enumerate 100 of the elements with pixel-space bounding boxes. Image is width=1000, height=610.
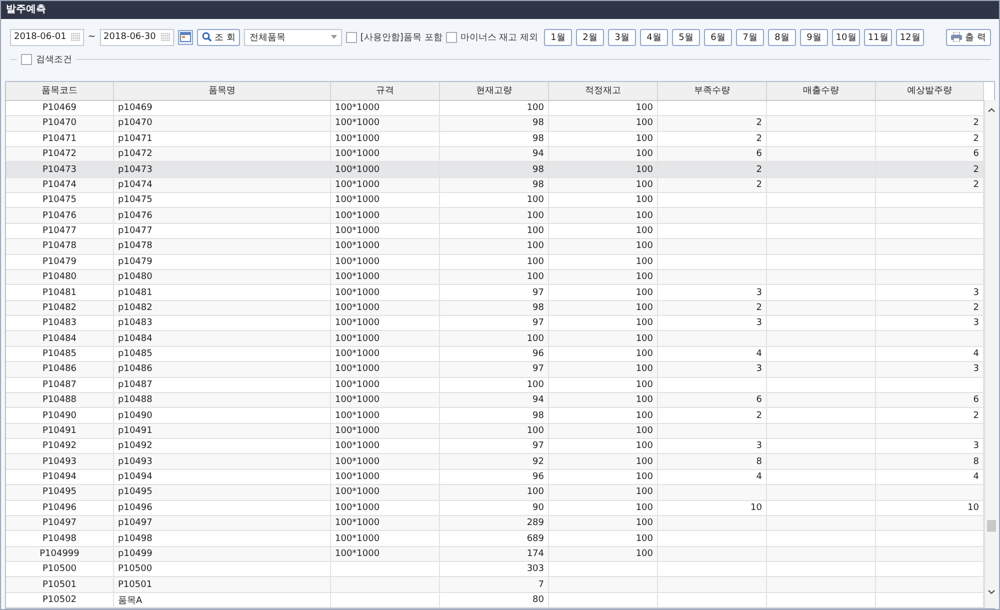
table-row[interactable]: P10491 p10491 100*1000 100 100 bbox=[6, 424, 984, 440]
table-row[interactable]: P10496 p10496 100*1000 90 100 10 10 bbox=[6, 500, 984, 516]
table-row[interactable]: P10495 p10495 100*1000 100 100 bbox=[6, 485, 984, 501]
month-button[interactable]: 7월 bbox=[736, 28, 764, 46]
table-row[interactable]: P10488 p10488 100*1000 94 100 6 6 bbox=[6, 392, 984, 408]
table-cell: P10486 bbox=[42, 364, 77, 374]
table-cell: 100*1000 bbox=[335, 302, 380, 313]
calendar-icon[interactable] bbox=[71, 33, 80, 41]
table-cell: 3 bbox=[756, 364, 762, 374]
month-button[interactable]: 5월 bbox=[672, 28, 700, 46]
column-header[interactable]: 품목코드 bbox=[6, 82, 114, 100]
table-row[interactable]: P10469 p10469 100*1000 100 100 bbox=[6, 100, 984, 116]
checkbox[interactable] bbox=[446, 32, 458, 42]
calendar-button[interactable] bbox=[178, 30, 193, 44]
table-cell: 100 bbox=[526, 103, 544, 114]
table-row[interactable]: P10498 p10498 100*1000 689 100 bbox=[6, 531, 984, 547]
month-button[interactable]: 2월 bbox=[576, 28, 604, 46]
table-row[interactable]: P10480 p10480 100*1000 100 100 bbox=[6, 270, 984, 286]
table-row[interactable]: P10484 p10484 100*1000 100 100 bbox=[6, 331, 984, 347]
table-cell: p10475 bbox=[118, 195, 152, 206]
month-button[interactable]: 4월 bbox=[640, 28, 668, 46]
month-button[interactable]: 1월 bbox=[544, 28, 572, 46]
table-row[interactable]: P10490 p10490 100*1000 98 100 2 2 bbox=[6, 408, 984, 424]
month-button[interactable]: 9월 bbox=[800, 28, 828, 46]
table-cell: p10470 bbox=[118, 118, 152, 128]
table-row[interactable]: P10477 p10477 100*1000 100 100 bbox=[6, 224, 984, 240]
table-cell: p10478 bbox=[118, 241, 152, 252]
date-field[interactable]: 2018-06-30 bbox=[100, 28, 174, 46]
column-header[interactable]: 적정재고 bbox=[549, 82, 658, 100]
table-row[interactable]: P10476 p10476 100*1000 100 100 bbox=[6, 208, 984, 224]
print-button[interactable]: 출 력 bbox=[946, 28, 991, 46]
table-cell: P10482 bbox=[42, 302, 77, 313]
table-cell: 100 bbox=[636, 195, 653, 206]
table-cell: p10496 bbox=[118, 502, 152, 513]
checkbox[interactable] bbox=[21, 54, 32, 64]
table-cell: 100 bbox=[636, 302, 653, 313]
table-row[interactable]: P10501 P10501 7 bbox=[6, 577, 984, 593]
table-cell: p10472 bbox=[118, 149, 152, 160]
table-cell: P10471 bbox=[42, 134, 77, 144]
date-field[interactable]: 2018-06-01 bbox=[10, 28, 84, 46]
scrollbar[interactable] bbox=[984, 100, 998, 608]
table-cell: 100*1000 bbox=[335, 272, 380, 282]
column-header[interactable]: 부족수량 bbox=[658, 82, 767, 100]
table-cell: p10471 bbox=[118, 134, 152, 144]
table-row[interactable]: P10472 p10472 100*1000 94 100 6 6 bbox=[6, 146, 984, 162]
table-row[interactable]: P10478 p10478 100*1000 100 100 bbox=[6, 239, 984, 255]
table-row[interactable]: P10485 p10485 100*1000 96 100 4 4 bbox=[6, 346, 984, 362]
table-cell: 100*1000 bbox=[335, 210, 380, 221]
table-row[interactable]: P10482 p10482 100*1000 98 100 2 2 bbox=[6, 300, 984, 316]
month-button[interactable]: 3월 bbox=[608, 28, 636, 46]
table-cell: 2 bbox=[756, 118, 762, 128]
table-row[interactable]: P104999 p10499 100*1000 174 100 bbox=[6, 546, 984, 562]
table-cell: 100*1000 bbox=[335, 518, 380, 528]
table-cell: 96 bbox=[532, 349, 544, 360]
month-button[interactable]: 11월 bbox=[864, 28, 892, 46]
table-cell: 100*1000 bbox=[335, 180, 380, 190]
column-header[interactable]: 예상발주량 bbox=[876, 82, 984, 100]
window-title: 발주예측 bbox=[6, 3, 46, 17]
table-cell: 2 bbox=[756, 164, 762, 175]
table-cell: 2 bbox=[973, 180, 979, 190]
column-header[interactable]: 품목명 bbox=[114, 82, 331, 100]
table-row[interactable]: P10481 p10481 100*1000 97 100 3 3 bbox=[6, 285, 984, 301]
table-row[interactable]: P10493 p10493 100*1000 92 100 8 8 bbox=[6, 454, 984, 470]
table-row[interactable]: P10473 p10473 100*1000 98 100 2 2 bbox=[6, 162, 984, 178]
table-cell: 689 bbox=[526, 534, 544, 544]
table-row[interactable]: P10483 p10483 100*1000 97 100 3 3 bbox=[6, 316, 984, 332]
month-button[interactable]: 12월 bbox=[896, 28, 924, 46]
table-cell: 98 bbox=[532, 164, 544, 175]
table-row[interactable]: P10486 p10486 100*1000 97 100 3 3 bbox=[6, 362, 984, 378]
table-row[interactable]: P10471 p10471 100*1000 98 100 2 2 bbox=[6, 132, 984, 147]
table-cell: 8 bbox=[973, 456, 979, 467]
category-dropdown[interactable]: 전체품목 bbox=[244, 28, 342, 46]
table-cell: P10495 bbox=[42, 487, 77, 498]
table-cell: 100 bbox=[636, 349, 653, 360]
table-row[interactable]: P10494 p10494 100*1000 96 100 4 4 bbox=[6, 470, 984, 486]
month-button[interactable]: 8월 bbox=[768, 28, 796, 46]
month-button[interactable]: 10월 bbox=[832, 28, 860, 46]
month-button[interactable]: 6월 bbox=[704, 28, 732, 46]
calendar-icon[interactable] bbox=[160, 33, 170, 41]
table-cell: p10495 bbox=[118, 487, 152, 498]
table-cell: P10497 bbox=[42, 518, 77, 528]
table-cell: 100*1000 bbox=[335, 226, 380, 236]
table-row[interactable]: P10487 p10487 100*1000 100 100 bbox=[6, 378, 984, 393]
table-row[interactable]: P10479 p10479 100*1000 100 100 bbox=[6, 254, 984, 270]
dropdown-arrow-icon[interactable] bbox=[331, 35, 338, 39]
table-row[interactable]: P10497 p10497 100*1000 289 100 bbox=[6, 516, 984, 532]
table-row[interactable]: P10500 P10500 303 bbox=[6, 562, 984, 578]
table-row[interactable]: P10492 p10492 100*1000 97 100 3 3 bbox=[6, 439, 984, 454]
table-cell: p10477 bbox=[118, 226, 152, 236]
table-cell: p10498 bbox=[118, 534, 152, 544]
table-row[interactable]: P10470 p10470 100*1000 98 100 2 2 bbox=[6, 116, 984, 132]
column-header[interactable]: 현재고량 bbox=[440, 82, 549, 100]
table-row[interactable]: P10502 품목A 80 bbox=[6, 592, 984, 608]
column-header[interactable]: 매출수량 bbox=[767, 82, 876, 100]
table-row[interactable]: P10474 p10474 100*1000 98 100 2 2 bbox=[6, 178, 984, 194]
table-row[interactable]: P10475 p10475 100*1000 100 100 bbox=[6, 193, 984, 208]
search-button[interactable]: 조 회 bbox=[196, 28, 240, 46]
checkbox[interactable] bbox=[346, 32, 358, 42]
column-header[interactable]: 규격 bbox=[331, 82, 440, 100]
table-cell: 100 bbox=[636, 426, 653, 436]
